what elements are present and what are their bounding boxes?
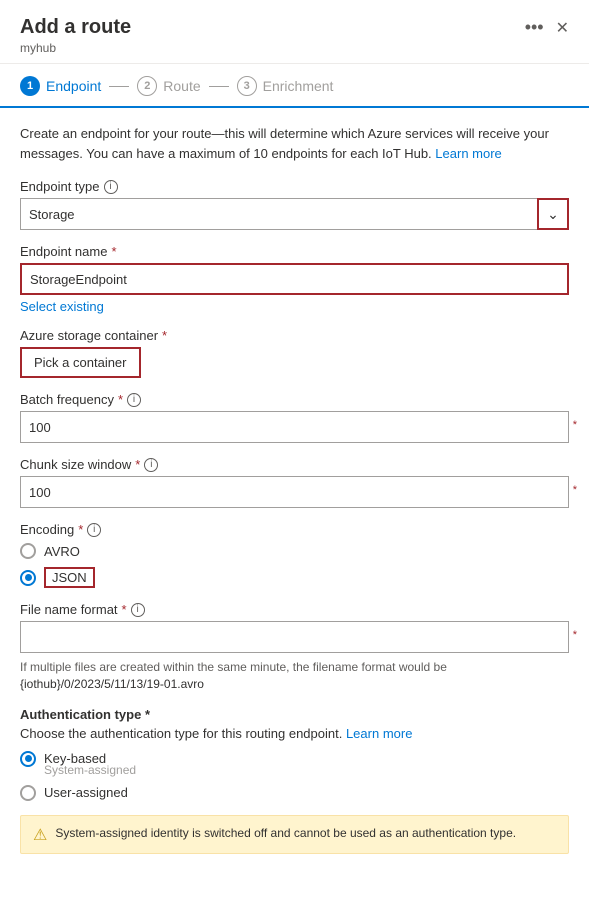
step-enrichment[interactable]: 3 Enrichment bbox=[237, 76, 334, 96]
file-name-format-star: * bbox=[573, 629, 577, 641]
auth-type-required: * bbox=[145, 707, 150, 722]
endpoint-type-label: Endpoint type i bbox=[20, 179, 569, 194]
encoding-json-radio[interactable] bbox=[20, 570, 36, 586]
auth-user-assigned-radio[interactable] bbox=[20, 785, 36, 801]
learn-more-description-link[interactable]: Learn more bbox=[435, 146, 501, 161]
endpoint-type-info-icon[interactable]: i bbox=[104, 180, 118, 194]
azure-storage-container-label: Azure storage container * bbox=[20, 328, 569, 343]
auth-type-title: Authentication type * bbox=[20, 707, 569, 722]
file-name-format-hint: If multiple files are created within the… bbox=[20, 659, 569, 693]
file-name-format-info-icon[interactable]: i bbox=[131, 603, 145, 617]
auth-type-description: Choose the authentication type for this … bbox=[20, 726, 569, 741]
warning-text: System-assigned identity is switched off… bbox=[55, 824, 516, 842]
panel-body: Create an endpoint for your route—this w… bbox=[0, 108, 589, 870]
panel-header: Add a route ••• ✕ myhub bbox=[0, 0, 589, 64]
batch-frequency-input[interactable] bbox=[20, 411, 569, 443]
panel-subtitle: myhub bbox=[20, 41, 569, 55]
endpoint-name-label: Endpoint name * bbox=[20, 244, 569, 259]
azure-storage-container-field: Azure storage container * Pick a contain… bbox=[20, 328, 569, 378]
header-icons: ••• ✕ bbox=[525, 17, 569, 38]
encoding-avro-label: AVRO bbox=[44, 544, 80, 559]
encoding-avro-option[interactable]: AVRO bbox=[20, 543, 569, 559]
endpoint-name-field: Endpoint name * Select existing bbox=[20, 244, 569, 314]
authentication-type-field: Authentication type * Choose the authent… bbox=[20, 707, 569, 801]
chunk-size-window-star: * bbox=[573, 484, 577, 496]
more-icon[interactable]: ••• bbox=[525, 17, 544, 38]
endpoint-type-field: Endpoint type i ⌄ bbox=[20, 179, 569, 230]
chunk-size-window-input-wrapper: * bbox=[20, 476, 569, 508]
auth-learn-more-link[interactable]: Learn more bbox=[346, 726, 412, 741]
step-3-label: Enrichment bbox=[263, 78, 334, 94]
endpoint-type-select-wrapper: ⌄ bbox=[20, 198, 569, 230]
chevron-down-icon: ⌄ bbox=[547, 206, 559, 223]
step-endpoint[interactable]: 1 Endpoint bbox=[20, 76, 101, 96]
encoding-avro-radio[interactable] bbox=[20, 543, 36, 559]
step-1-circle: 1 bbox=[20, 76, 40, 96]
warning-icon: ⚠ bbox=[33, 825, 47, 845]
file-name-format-input-wrapper: {iothub}/{partition}/{YYYY}/{MM}/{DD}/{H… bbox=[20, 621, 569, 653]
batch-frequency-required: * bbox=[118, 392, 123, 407]
step-3-circle: 3 bbox=[237, 76, 257, 96]
auth-key-based-group: Key-based System-assigned bbox=[20, 751, 569, 777]
auth-user-assigned-label: User-assigned bbox=[44, 785, 128, 800]
file-name-format-field: File name format * i {iothub}/{partition… bbox=[20, 602, 569, 693]
endpoint-type-input[interactable] bbox=[20, 198, 569, 230]
auth-key-based-sub: System-assigned bbox=[20, 763, 569, 777]
select-existing-link[interactable]: Select existing bbox=[20, 299, 104, 314]
endpoint-type-chevron[interactable]: ⌄ bbox=[537, 198, 569, 230]
warning-banner: ⚠ System-assigned identity is switched o… bbox=[20, 815, 569, 854]
close-icon[interactable]: ✕ bbox=[556, 18, 569, 38]
endpoint-name-input-wrapper bbox=[20, 263, 569, 295]
file-name-format-required: * bbox=[122, 602, 127, 617]
encoding-radio-group: AVRO JSON bbox=[20, 543, 569, 588]
encoding-json-label: JSON bbox=[44, 567, 95, 588]
step-1-label: Endpoint bbox=[46, 78, 101, 94]
chunk-size-window-info-icon[interactable]: i bbox=[144, 458, 158, 472]
batch-frequency-label: Batch frequency * i bbox=[20, 392, 569, 407]
endpoint-name-input[interactable] bbox=[20, 263, 569, 295]
batch-frequency-input-wrapper: * bbox=[20, 411, 569, 443]
chunk-size-window-field: Chunk size window * i * bbox=[20, 457, 569, 508]
description-text: Create an endpoint for your route—this w… bbox=[20, 124, 569, 163]
panel-title: Add a route bbox=[20, 16, 131, 39]
encoding-field: Encoding * i AVRO JSON bbox=[20, 522, 569, 588]
file-name-format-label: File name format * i bbox=[20, 602, 569, 617]
encoding-json-option[interactable]: JSON bbox=[20, 567, 569, 588]
azure-storage-container-required: * bbox=[162, 328, 167, 343]
chunk-size-window-required: * bbox=[135, 457, 140, 472]
add-route-panel: Add a route ••• ✕ myhub 1 Endpoint 2 Rou… bbox=[0, 0, 589, 924]
step-2-circle: 2 bbox=[137, 76, 157, 96]
file-name-format-input[interactable]: {iothub}/{partition}/{YYYY}/{MM}/{DD}/{H… bbox=[20, 621, 569, 653]
chunk-size-window-input[interactable] bbox=[20, 476, 569, 508]
encoding-label: Encoding * i bbox=[20, 522, 569, 537]
step-divider-2 bbox=[209, 86, 229, 87]
pick-container-button[interactable]: Pick a container bbox=[20, 347, 141, 378]
step-divider-1 bbox=[109, 86, 129, 87]
auth-key-based-radio[interactable] bbox=[20, 751, 36, 767]
endpoint-name-required: * bbox=[111, 244, 116, 259]
auth-user-assigned-option[interactable]: User-assigned bbox=[20, 785, 569, 801]
step-2-label: Route bbox=[163, 78, 200, 94]
encoding-required: * bbox=[78, 522, 83, 537]
batch-frequency-field: Batch frequency * i * bbox=[20, 392, 569, 443]
auth-type-radio-group: Key-based System-assigned User-assigned bbox=[20, 751, 569, 801]
steps-nav: 1 Endpoint 2 Route 3 Enrichment bbox=[0, 64, 589, 108]
encoding-info-icon[interactable]: i bbox=[87, 523, 101, 537]
batch-frequency-star: * bbox=[573, 419, 577, 431]
step-route[interactable]: 2 Route bbox=[137, 76, 200, 96]
chunk-size-window-label: Chunk size window * i bbox=[20, 457, 569, 472]
batch-frequency-info-icon[interactable]: i bbox=[127, 393, 141, 407]
